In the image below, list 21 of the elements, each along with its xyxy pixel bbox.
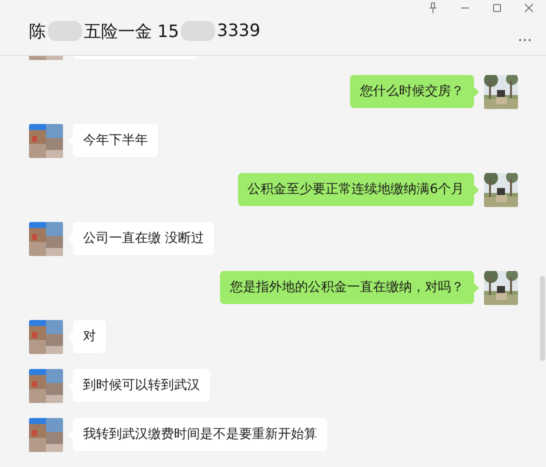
message-bubble: 到时候可以转到武汉	[73, 369, 210, 402]
message-bubble: 公积金至少要正常连续地缴纳满6个月	[238, 173, 474, 206]
message-bubble: 您什么时候交房？	[350, 75, 474, 108]
message-bubble: 您是指外地的公积金一直在缴纳，对吗？	[220, 271, 474, 304]
close-icon[interactable]	[524, 2, 534, 14]
bubble-tail	[474, 87, 479, 97]
window-title: 陈	[29, 20, 46, 42]
maximize-icon[interactable]	[492, 2, 502, 14]
message-bubble: 对	[73, 320, 106, 353]
window-title: 五险一金 15	[84, 20, 180, 42]
pin-icon[interactable]	[428, 2, 438, 14]
scrollbar[interactable]	[540, 276, 545, 361]
bubble-tail	[474, 283, 479, 293]
blurred-patch	[48, 21, 82, 41]
more-button[interactable]: ...	[516, 27, 534, 45]
message-bubble: 公司一直在缴 没断过	[73, 222, 214, 255]
bubble-tail	[474, 185, 479, 195]
blurred-patch	[181, 21, 216, 41]
message-bubble: 今年下半年	[73, 124, 158, 157]
message-bubble: 我转到武汉缴费时间是不是要重新开始算	[73, 418, 327, 451]
window-title: 3339	[217, 21, 260, 41]
